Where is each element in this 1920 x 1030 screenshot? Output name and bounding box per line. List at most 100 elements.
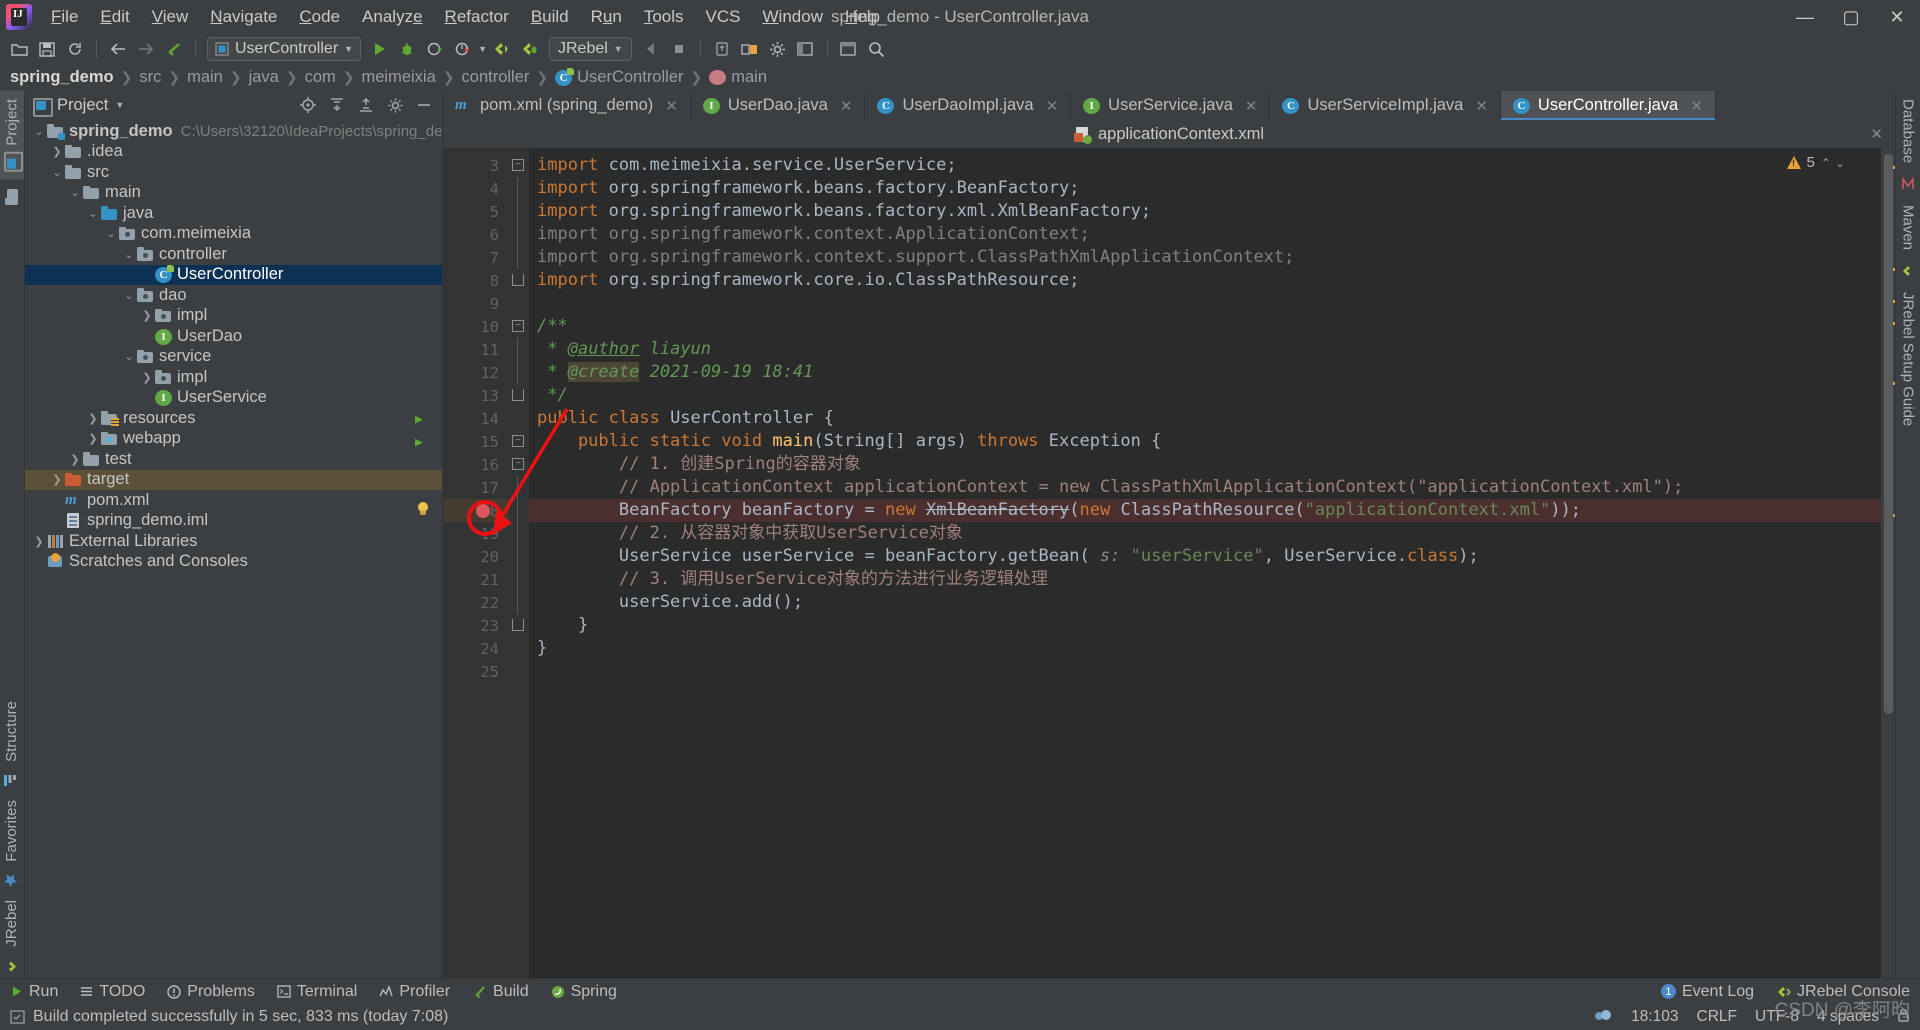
line-number-21[interactable]: 21 bbox=[443, 568, 509, 591]
code-line-19[interactable]: // 2. 从容器对象中获取UserService对象 bbox=[529, 522, 1881, 545]
code-line-17[interactable]: // ApplicationContext applicationContext… bbox=[529, 476, 1881, 499]
fold-end-icon[interactable] bbox=[512, 274, 524, 286]
update-app-icon[interactable] bbox=[709, 37, 735, 61]
project-tree[interactable]: ⌄ spring_demo C:\Users\32120\IdeaProjects\… bbox=[25, 119, 442, 978]
tool-button-maven[interactable]: Maven bbox=[1897, 197, 1920, 258]
code-line-12[interactable]: * @create 2021-09-19 18:41 bbox=[529, 361, 1881, 384]
chevron-right-icon[interactable]: ❯ bbox=[49, 145, 65, 158]
chevron-right-icon[interactable]: ❯ bbox=[85, 412, 101, 425]
editor-scrollbar-thumb[interactable] bbox=[1884, 154, 1893, 714]
breadcrumb-item-5[interactable]: meimeixia bbox=[362, 68, 436, 87]
menu-run[interactable]: Run bbox=[580, 2, 633, 32]
run-gutter-icon[interactable]: ▶ bbox=[415, 435, 423, 450]
tree-node-com-meimeixia[interactable]: ⌄ com.meimeixia bbox=[25, 224, 442, 245]
hide-panel-icon[interactable] bbox=[414, 95, 434, 115]
editor-tab-userservice-java[interactable]: I UserService.java ✕ bbox=[1071, 91, 1271, 120]
favorites-star-icon[interactable] bbox=[0, 869, 21, 892]
search-icon[interactable] bbox=[864, 37, 890, 61]
caret-position[interactable]: 18:103 bbox=[1631, 1008, 1678, 1026]
tool-button-favorites[interactable]: Favorites bbox=[0, 792, 23, 870]
structure-panel-icon[interactable] bbox=[793, 37, 819, 61]
tree-node-main[interactable]: ⌄ main bbox=[25, 183, 442, 204]
tool-button-favorites-top[interactable] bbox=[0, 180, 24, 213]
settings-gear-icon[interactable] bbox=[765, 37, 791, 61]
fold-marker-13[interactable] bbox=[509, 384, 529, 407]
code-editor[interactable]: 34567891011121314▶15▶1617181920212223242… bbox=[415, 148, 1895, 978]
tool-button-terminal[interactable]: Terminal bbox=[277, 983, 357, 1001]
line-number-6[interactable]: 6 bbox=[443, 223, 509, 246]
tree-node-external-libraries[interactable]: ❯ External Libraries bbox=[25, 531, 442, 552]
code-line-8[interactable]: import org.springframework.core.io.Class… bbox=[529, 269, 1881, 292]
fold-end-icon[interactable] bbox=[512, 619, 524, 631]
fold-collapse-icon[interactable]: − bbox=[512, 159, 524, 171]
project-view-chevron-down-icon[interactable]: ▼ bbox=[115, 100, 124, 110]
tree-node-scratches-and-consoles[interactable]: Scratches and Consoles bbox=[25, 552, 442, 573]
fold-marker-4[interactable] bbox=[509, 177, 529, 200]
tool-button-event-log[interactable]: 1 Event Log bbox=[1660, 983, 1754, 1001]
line-number-24[interactable]: 24 bbox=[443, 637, 509, 660]
code-line-5[interactable]: import org.springframework.beans.factory… bbox=[529, 200, 1881, 223]
code-line-16[interactable]: // 1. 创建Spring的容器对象 bbox=[529, 453, 1881, 476]
tree-node-userdao[interactable]: I UserDao bbox=[25, 326, 442, 347]
code-line-24[interactable]: } bbox=[529, 637, 1881, 660]
locate-in-tree-icon[interactable] bbox=[298, 95, 318, 115]
menu-vcs[interactable]: VCS bbox=[695, 2, 752, 32]
fold-marker-11[interactable] bbox=[509, 338, 529, 361]
fold-collapse-icon[interactable]: − bbox=[512, 320, 524, 332]
tree-node-spring-demo[interactable]: ⌄ spring_demo C:\Users\32120\IdeaProjects\… bbox=[25, 121, 442, 142]
close-button[interactable]: ✕ bbox=[1874, 0, 1920, 34]
editor-tab-usercontroller-java[interactable]: C UserController.java ✕ bbox=[1500, 91, 1716, 120]
tab-close-icon[interactable]: ✕ bbox=[1046, 97, 1059, 115]
line-number-8[interactable]: 8 bbox=[443, 269, 509, 292]
fold-collapse-icon[interactable]: − bbox=[512, 458, 524, 470]
tree-node-service[interactable]: ⌄ service bbox=[25, 347, 442, 368]
code-line-25[interactable] bbox=[529, 660, 1881, 683]
run-coverage-icon[interactable] bbox=[422, 37, 448, 61]
chevron-right-icon[interactable]: ❯ bbox=[139, 309, 155, 322]
context-bar-close-icon[interactable]: ✕ bbox=[1870, 125, 1883, 143]
tree-node-impl[interactable]: ❯ impl bbox=[25, 367, 442, 388]
error-stripe[interactable] bbox=[1881, 148, 1895, 978]
sync-icon[interactable] bbox=[62, 37, 88, 61]
tool-button-project[interactable]: Project bbox=[0, 91, 24, 180]
context-file-label[interactable]: applicationContext.xml bbox=[1098, 125, 1264, 144]
line-number-14[interactable]: 14 ▶ bbox=[415, 407, 509, 430]
editor-tab-userdao-java[interactable]: I UserDao.java ✕ bbox=[691, 91, 866, 120]
code-line-7[interactable]: import org.springframework.context.suppo… bbox=[529, 246, 1881, 269]
editor-tab-pom-xml-spring-demo-[interactable]: m pom.xml (spring_demo) ✕ bbox=[443, 91, 691, 120]
chevron-down-icon[interactable]: ⌄ bbox=[49, 166, 65, 179]
tool-button-todo[interactable]: TODO bbox=[80, 983, 145, 1001]
intention-bulb-icon[interactable] bbox=[415, 502, 431, 518]
line-number-13[interactable]: 13 bbox=[443, 384, 509, 407]
code-line-10[interactable]: /** bbox=[529, 315, 1881, 338]
line-number-10[interactable]: 10 bbox=[443, 315, 509, 338]
chevron-down-icon[interactable]: ⌄ bbox=[31, 125, 47, 138]
code-line-4[interactable]: import org.springframework.beans.factory… bbox=[529, 177, 1881, 200]
maximize-button[interactable]: ▢ bbox=[1828, 0, 1874, 34]
editor-tab-userserviceimpl-java[interactable]: C UserServiceImpl.java ✕ bbox=[1270, 91, 1501, 120]
menu-view[interactable]: View bbox=[141, 2, 200, 32]
fold-marker-10[interactable]: − bbox=[509, 315, 529, 338]
code-line-9[interactable] bbox=[529, 292, 1881, 315]
breadcrumb-item-4[interactable]: com bbox=[305, 68, 336, 87]
tab-close-icon[interactable]: ✕ bbox=[1690, 97, 1703, 115]
tool-button-build[interactable]: Build bbox=[472, 983, 529, 1001]
menu-code[interactable]: Code bbox=[288, 2, 351, 32]
tab-close-icon[interactable]: ✕ bbox=[665, 97, 678, 115]
menu-navigate[interactable]: Navigate bbox=[199, 2, 288, 32]
tool-button-jrebel[interactable]: JRebel bbox=[0, 892, 23, 955]
code-line-20[interactable]: UserService userService = beanFactory.ge… bbox=[529, 545, 1881, 568]
menu-bar[interactable]: FFileile Edit View Navigate Code Analyze… bbox=[40, 2, 891, 32]
tree-node-impl[interactable]: ❯ impl bbox=[25, 306, 442, 327]
chevron-down-icon[interactable]: ⌄ bbox=[103, 227, 119, 240]
chevron-down-icon[interactable]: ⌄ bbox=[121, 248, 137, 261]
chevron-right-icon[interactable]: ❯ bbox=[139, 371, 155, 384]
inspection-widget[interactable]: 5 ⌃ ⌄ bbox=[1786, 154, 1845, 171]
code-content[interactable]: import com.meimeixia.service.UserService… bbox=[529, 148, 1881, 978]
menu-analyze[interactable]: Analyze bbox=[351, 2, 434, 32]
fold-marker-7[interactable] bbox=[509, 246, 529, 269]
chevron-down-icon[interactable]: ⌄ bbox=[67, 186, 83, 199]
forward-icon[interactable] bbox=[133, 37, 159, 61]
line-number-15[interactable]: 15 ▶ bbox=[415, 430, 509, 453]
breadcrumb-item-1[interactable]: src bbox=[139, 68, 161, 87]
